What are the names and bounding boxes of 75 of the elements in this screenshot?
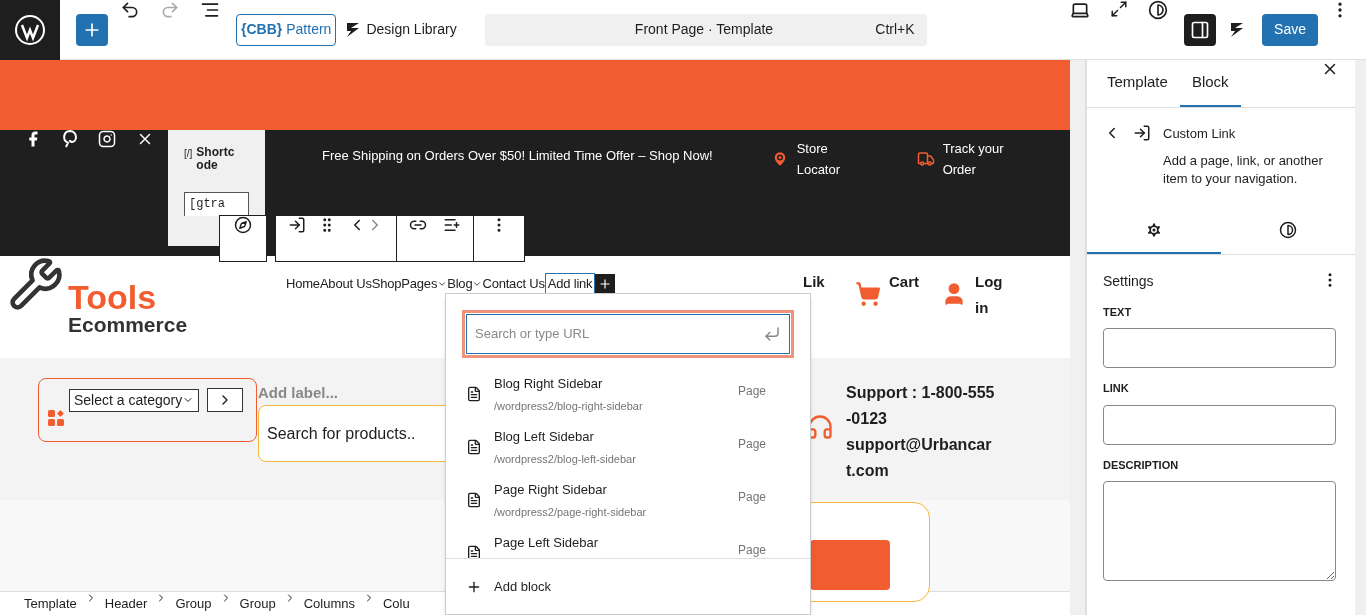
undo-icon[interactable]: [120, 0, 140, 20]
sidebar-tab[interactable]: Template: [1095, 60, 1180, 107]
save-button[interactable]: Save: [1262, 13, 1318, 46]
breadcrumb-link[interactable]: Header: [104, 593, 148, 614]
compass-icon[interactable]: [234, 216, 252, 234]
link-block-icon: [1133, 124, 1151, 142]
section-title: Settings: [1103, 271, 1155, 291]
plus-icon: [598, 276, 613, 291]
track-order-link[interactable]: Track your Order: [942, 138, 1023, 180]
breadcrumb-link[interactable]: Group: [175, 593, 212, 614]
logo-title: Tools: [68, 279, 158, 314]
breadcrumb-link[interactable]: Columns: [303, 593, 355, 614]
store-locator-link[interactable]: Store Locator: [796, 138, 857, 180]
link-suggestion[interactable]: Page Left Sidebar Page: [446, 525, 786, 558]
settings-toggle-button[interactable]: [1184, 13, 1217, 46]
grid-icon: [47, 409, 65, 427]
shortcode-icon: [/]: [184, 146, 193, 161]
scrollbar[interactable]: [1355, 60, 1366, 615]
fullscreen-icon[interactable]: [1110, 0, 1129, 18]
block-description: Add a page, link, or another item to your navigation.: [1163, 151, 1324, 188]
pinterest-icon[interactable]: [62, 130, 78, 148]
nav-link[interactable]: Blog: [447, 274, 483, 294]
gear-icon: [1145, 220, 1163, 239]
breadcrumb-link[interactable]: Template: [24, 593, 77, 614]
logo-subtitle: Ecommerce: [68, 313, 188, 335]
submit-arrow-button[interactable]: [207, 388, 244, 412]
nav-link[interactable]: Shop: [371, 274, 402, 294]
breadcrumb-link[interactable]: Group: [239, 593, 276, 614]
field-label: DESCRIPTION: [1103, 457, 1180, 473]
nav-link[interactable]: Contact Us: [482, 274, 545, 294]
link-suggestion[interactable]: Page Right Sidebar /wordpress2/page-right-sidebar Page: [446, 472, 786, 525]
nav-link[interactable]: Home: [286, 274, 320, 294]
nav-link[interactable]: Pages: [401, 274, 448, 294]
header-action-link[interactable]: Lik: [803, 269, 833, 295]
block-title: Custom Link: [1163, 125, 1237, 143]
link-block-icon[interactable]: [288, 216, 306, 234]
promo-text: Free Shipping on Orders Over $50! Limited Time Offer – Shop Now!: [322, 147, 713, 165]
sidebar-panel-icon: [1190, 19, 1211, 40]
shortcode-title: Shortcode: [196, 146, 236, 172]
laptop-icon[interactable]: [1070, 0, 1091, 20]
enter-icon: [763, 325, 781, 343]
design-library-button[interactable]: Design Library: [344, 19, 457, 40]
text-input[interactable]: [1103, 404, 1336, 445]
description-textarea[interactable]: [1103, 481, 1336, 581]
header-action-link[interactable]: Cart: [889, 269, 919, 295]
page-icon: [466, 439, 482, 455]
category-select[interactable]: Select a category: [69, 388, 200, 412]
text-input[interactable]: [1103, 328, 1336, 368]
contrast-icon[interactable]: [1148, 0, 1169, 20]
page-icon: [466, 386, 482, 402]
cart-icon[interactable]: [855, 281, 881, 307]
page-icon: [466, 492, 482, 508]
add-block-button[interactable]: [76, 13, 108, 46]
add-submenu-icon[interactable]: [443, 216, 461, 234]
page-icon: [466, 545, 482, 558]
add-block-button[interactable]: Add block: [446, 558, 810, 614]
scrollbar[interactable]: [1070, 60, 1086, 615]
sidebar-tab[interactable]: Block: [1179, 60, 1241, 107]
breadcrumb-link[interactable]: Colu: [382, 593, 410, 614]
field-label: LINK: [1103, 381, 1130, 396]
header-action-link[interactable]: Login: [975, 269, 1005, 321]
url-search-field[interactable]: Search or type URL: [462, 310, 794, 358]
field-label: TEXT: [1103, 304, 1133, 320]
shortcode-field[interactable]: [gtra: [184, 192, 249, 216]
wordpress-logo-icon[interactable]: [14, 13, 46, 46]
add-item-button[interactable]: [595, 273, 616, 294]
nav-link[interactable]: About Us: [319, 274, 372, 294]
command-bar[interactable]: Front Page · Template Ctrl+K: [484, 13, 927, 46]
pattern-button[interactable]: {CBB} Pattern: [236, 13, 337, 46]
wrench-icon: [8, 256, 64, 312]
contrast-icon: [1279, 220, 1297, 239]
list-view-icon[interactable]: [200, 0, 220, 20]
support-email-link[interactable]: support@Urbancart.com: [846, 432, 996, 484]
truck-icon: [916, 150, 935, 168]
instagram-icon[interactable]: [98, 130, 116, 148]
